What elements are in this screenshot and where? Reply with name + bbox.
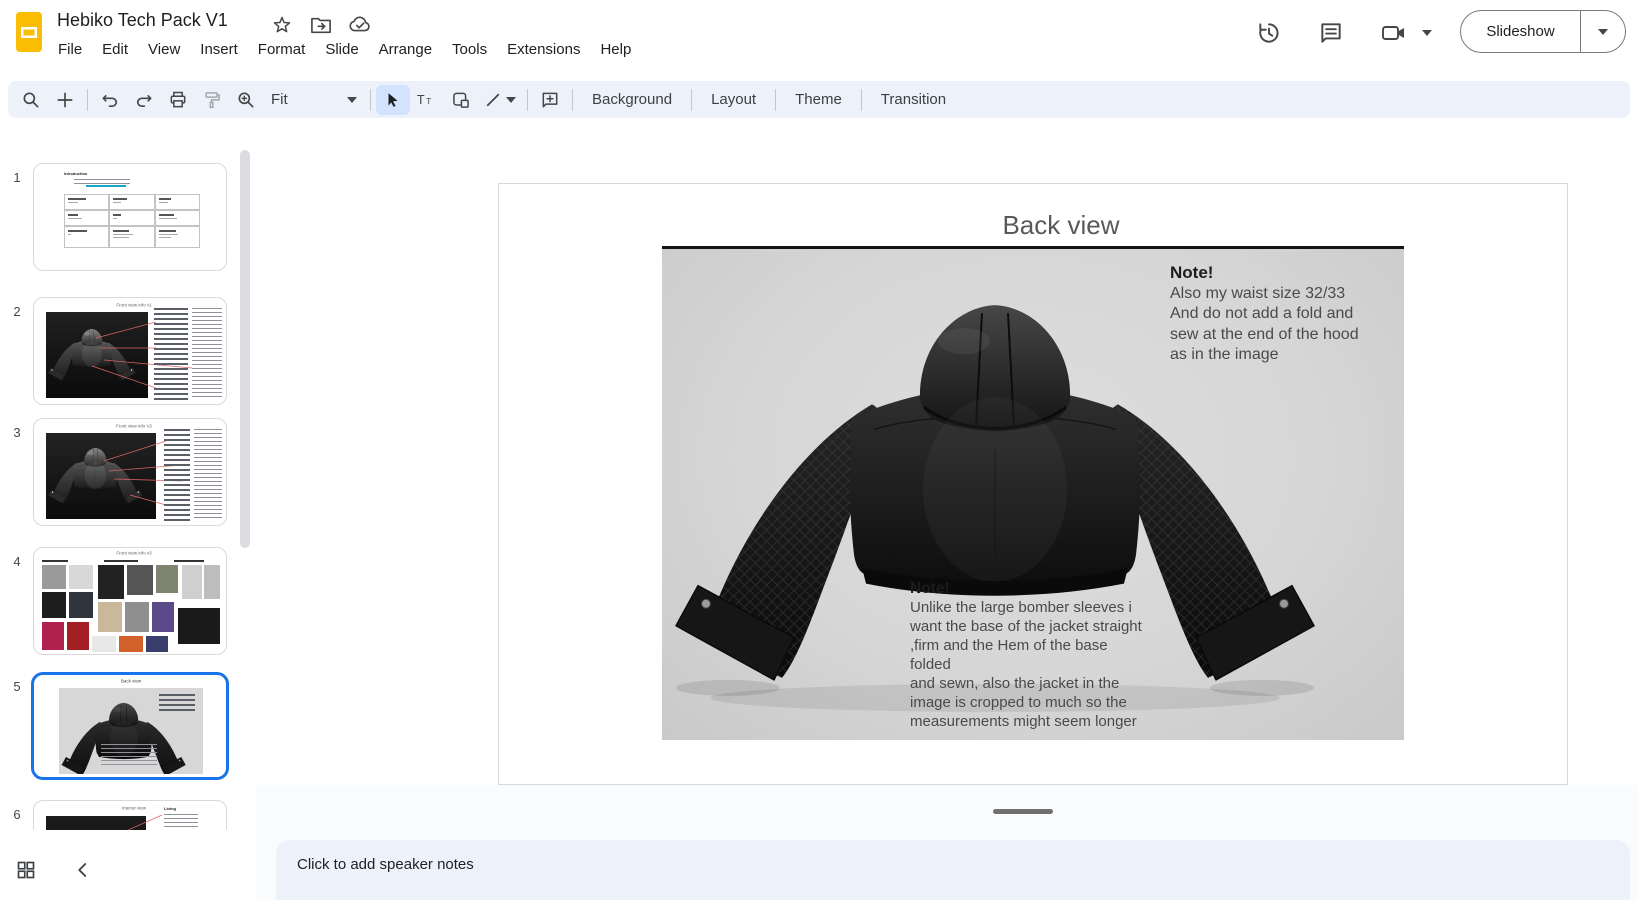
toolbar-divider bbox=[775, 89, 776, 111]
theme-button[interactable]: Theme bbox=[781, 87, 856, 112]
menu-arrange[interactable]: Arrange bbox=[369, 38, 442, 61]
collapse-filmstrip-chevron-icon[interactable] bbox=[74, 860, 92, 880]
annotation-text-placeholder bbox=[164, 429, 190, 521]
annotation-text-placeholder bbox=[154, 308, 188, 400]
move-folder-icon[interactable] bbox=[310, 15, 332, 35]
menu-extensions[interactable]: Extensions bbox=[497, 38, 590, 61]
toolbar-divider bbox=[572, 89, 573, 111]
note-heading: Note! bbox=[910, 579, 1150, 598]
line-tool-caret-icon bbox=[506, 97, 516, 103]
slide-number: 5 bbox=[6, 679, 28, 694]
thumb-link-placeholder bbox=[86, 185, 126, 187]
svg-text:T: T bbox=[417, 93, 425, 107]
line-tool-button[interactable] bbox=[478, 85, 522, 115]
slide-title-text[interactable]: Back view bbox=[930, 210, 1192, 241]
transition-button[interactable]: Transition bbox=[867, 87, 960, 112]
background-button[interactable]: Background bbox=[578, 87, 686, 112]
speaker-notes-placeholder[interactable]: Click to add speaker notes bbox=[297, 856, 474, 873]
toolbar-divider bbox=[691, 89, 692, 111]
slide-thumbnail-2[interactable]: Front view info v1 bbox=[33, 297, 227, 405]
insert-comment-button[interactable] bbox=[533, 85, 567, 115]
notes-resize-handle-icon[interactable] bbox=[993, 809, 1053, 814]
toolbar-divider bbox=[861, 89, 862, 111]
zoom-in-icon[interactable] bbox=[229, 85, 263, 115]
layout-button[interactable]: Layout bbox=[697, 87, 770, 112]
paint-format-button[interactable] bbox=[195, 85, 229, 115]
annotation-lines bbox=[34, 801, 227, 830]
toolbar-divider bbox=[370, 89, 371, 111]
intro-table bbox=[64, 194, 200, 248]
thumb-image bbox=[59, 688, 203, 774]
note-heading: Note! bbox=[1170, 263, 1404, 284]
jacket-back-photo[interactable]: Note! Also my waist size 32/33 And do no… bbox=[662, 249, 1404, 740]
speaker-notes-panel[interactable]: Click to add speaker notes bbox=[276, 840, 1630, 900]
print-button[interactable] bbox=[161, 85, 195, 115]
slide-thumbnail-5-selected[interactable]: Back view bbox=[31, 672, 229, 780]
menu-bar: File Edit View Insert Format Slide Arran… bbox=[48, 38, 641, 61]
toolbar-divider bbox=[527, 89, 528, 111]
menu-format[interactable]: Format bbox=[248, 38, 316, 61]
thumb-label: Lining bbox=[164, 807, 176, 811]
star-icon[interactable] bbox=[272, 15, 292, 35]
redo-button[interactable] bbox=[127, 85, 161, 115]
comments-icon[interactable] bbox=[1318, 20, 1344, 46]
slide-thumbnail-1[interactable]: Introduction bbox=[33, 163, 227, 271]
text-box-tool-button[interactable]: TT bbox=[410, 85, 444, 115]
zoom-fit-value: Fit bbox=[271, 91, 288, 108]
slide-thumbnail-4[interactable]: Front view info v3 bbox=[33, 547, 227, 655]
menu-help[interactable]: Help bbox=[590, 38, 641, 61]
select-tool-button[interactable] bbox=[376, 85, 410, 115]
slide-filmstrip: 1 Introduction 2 Front view info v1 3 Fr bbox=[0, 128, 256, 830]
slideshow-options-dropdown[interactable] bbox=[1581, 11, 1625, 52]
thumb-title: Front view info v3 bbox=[107, 551, 161, 556]
shape-tool-button[interactable] bbox=[444, 85, 478, 115]
note-body: Also my waist size 32/33 And do not add … bbox=[1170, 285, 1359, 364]
grid-view-icon[interactable] bbox=[16, 860, 36, 880]
cloud-saved-icon[interactable] bbox=[348, 15, 372, 35]
menu-insert[interactable]: Insert bbox=[190, 38, 248, 61]
thumb-title: Introduction bbox=[64, 172, 87, 176]
menu-slide[interactable]: Slide bbox=[315, 38, 368, 61]
thumb-label-placeholder bbox=[104, 560, 138, 562]
note-top-right[interactable]: Note! Also my waist size 32/33 And do no… bbox=[1170, 263, 1404, 366]
document-title[interactable]: Hebiko Tech Pack V1 bbox=[57, 10, 228, 31]
thumb-text-placeholder bbox=[74, 179, 130, 184]
note-bottom-center[interactable]: Note! Unlike the large bomber sleeves i … bbox=[910, 579, 1150, 731]
search-menus-icon[interactable] bbox=[14, 85, 48, 115]
slideshow-label: Slideshow bbox=[1461, 11, 1580, 52]
annotation-text-placeholder bbox=[164, 814, 198, 830]
menu-tools[interactable]: Tools bbox=[442, 38, 497, 61]
version-history-icon[interactable] bbox=[1256, 20, 1282, 46]
svg-text:T: T bbox=[426, 96, 431, 106]
toolbar-divider bbox=[87, 89, 88, 111]
filmstrip-scrollbar[interactable] bbox=[240, 150, 250, 548]
zoom-fit-select[interactable]: Fit bbox=[263, 85, 365, 115]
slide-number: 1 bbox=[6, 170, 28, 185]
menu-file[interactable]: File bbox=[48, 38, 92, 61]
slide-number: 6 bbox=[6, 807, 28, 822]
menu-view[interactable]: View bbox=[138, 38, 190, 61]
toolbar: Fit TT Background Layout Theme Transitio… bbox=[8, 81, 1630, 118]
menu-edit[interactable]: Edit bbox=[92, 38, 138, 61]
slide-thumbnail-3[interactable]: Front view info V2 bbox=[33, 418, 227, 526]
note-body: Unlike the large bomber sleeves i want t… bbox=[910, 599, 1142, 730]
undo-button[interactable] bbox=[93, 85, 127, 115]
camera-dropdown-icon[interactable] bbox=[1422, 30, 1432, 36]
thumb-title: Back view bbox=[104, 679, 158, 684]
thumb-label-placeholder bbox=[174, 560, 204, 562]
meet-camera-icon[interactable] bbox=[1380, 20, 1408, 46]
slide-thumbnail-6[interactable]: Interior view Lining bbox=[33, 800, 227, 830]
zoom-fit-caret-icon bbox=[347, 97, 357, 103]
slideshow-button[interactable]: Slideshow bbox=[1460, 10, 1626, 53]
add-slide-button[interactable] bbox=[48, 85, 82, 115]
slide-number: 3 bbox=[6, 425, 28, 440]
app-header: Hebiko Tech Pack V1 File Edit View Inser… bbox=[0, 0, 1638, 64]
annotation-text-placeholder bbox=[194, 429, 222, 521]
slide-number: 2 bbox=[6, 304, 28, 319]
thumb-label-placeholder bbox=[42, 560, 68, 562]
annotation-text-placeholder bbox=[192, 308, 222, 400]
slide-number: 4 bbox=[6, 554, 28, 569]
slides-logo-icon[interactable] bbox=[12, 10, 46, 54]
